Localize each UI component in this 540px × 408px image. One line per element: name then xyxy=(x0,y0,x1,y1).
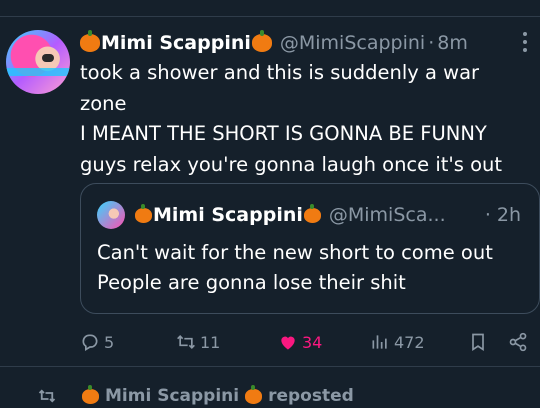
heart-icon xyxy=(281,336,295,350)
author-avatar[interactable] xyxy=(6,30,70,94)
views-count: 472 xyxy=(394,332,425,352)
pumpkin-emoji-icon xyxy=(135,203,152,223)
repost-button[interactable]: 11 xyxy=(176,328,220,356)
more-options-icon[interactable] xyxy=(522,32,528,52)
share-icon xyxy=(509,332,527,352)
tweet-line: took a shower and this is suddenly a war xyxy=(80,61,480,84)
quote-avatar xyxy=(97,201,125,229)
action-bar: 5 11 34 472 xyxy=(80,328,540,356)
header-separator: · xyxy=(428,32,435,54)
tweet-line: I MEANT THE SHORT IS GONNA BE FUNNY xyxy=(80,122,487,145)
views-button[interactable]: 472 xyxy=(370,328,425,356)
author-name[interactable]: Mimi Scappini xyxy=(101,32,251,54)
quote-author-name: Mimi Scappini xyxy=(153,204,303,226)
quote-separator: · xyxy=(484,204,491,226)
pumpkin-emoji-icon xyxy=(303,203,321,223)
avatar-eye xyxy=(42,54,54,62)
repost-count: 11 xyxy=(200,332,221,352)
avatar-visor xyxy=(6,68,70,76)
share-button[interactable] xyxy=(508,328,528,356)
repost-indicator: Mimi Scappini reposted xyxy=(38,384,354,408)
pumpkin-emoji-icon xyxy=(82,384,99,404)
tweet-line: zone xyxy=(80,91,127,115)
pumpkin-emoji-icon xyxy=(80,30,100,52)
quote-body: Can't wait for the new short to come out… xyxy=(97,238,493,298)
tweet-line: guys relax you're gonna laugh once it's … xyxy=(80,152,503,176)
reposter-name[interactable]: Mimi Scappini xyxy=(105,386,239,406)
reply-count: 5 xyxy=(104,332,115,352)
repost-icon xyxy=(177,334,195,350)
like-count: 34 xyxy=(302,332,323,352)
top-divider xyxy=(0,16,540,17)
reply-icon xyxy=(82,334,98,351)
author-handle[interactable]: @MimiScappini xyxy=(280,32,425,54)
reposted-label: reposted xyxy=(268,386,354,406)
pumpkin-emoji-icon xyxy=(251,30,272,52)
tweet-header: Mimi Scappini @MimiScappini · 8m xyxy=(80,28,468,58)
tweet-body: took a shower and this is suddenly a war… xyxy=(80,58,530,180)
tweet-timestamp[interactable]: 8m xyxy=(437,32,468,54)
repost-icon xyxy=(38,389,56,403)
pumpkin-emoji-icon xyxy=(245,384,263,404)
like-button[interactable]: 34 xyxy=(278,328,322,356)
views-chart-icon xyxy=(372,335,387,349)
quote-time-group: · 2h xyxy=(485,200,521,230)
tweet-divider xyxy=(0,366,540,367)
quote-timestamp: 2h xyxy=(496,204,521,226)
quote-line: People are gonna lose their shit xyxy=(97,271,406,294)
quote-line: Can't wait for the new short to come out xyxy=(97,241,493,264)
bookmark-icon xyxy=(472,333,484,352)
quote-author-handle: @MimiSca... xyxy=(328,204,446,226)
bookmark-button[interactable] xyxy=(468,328,488,356)
quoted-tweet-card[interactable]: Mimi Scappini @MimiSca... · 2h Can't wai… xyxy=(80,183,540,314)
quote-header: Mimi Scappini @MimiSca... xyxy=(97,200,446,230)
reply-button[interactable]: 5 xyxy=(80,328,114,356)
